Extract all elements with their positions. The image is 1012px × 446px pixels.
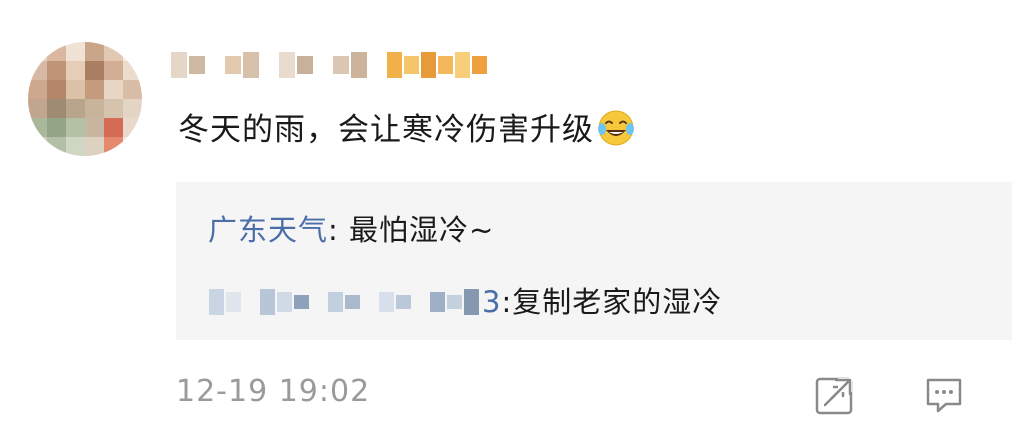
laughing-tears-emoji-icon bbox=[598, 110, 634, 146]
share-button[interactable] bbox=[812, 374, 856, 418]
comment-body: 冬天的雨，会让寒冷伤害升级 bbox=[178, 112, 594, 148]
reply-author-link[interactable]: 广东天气 bbox=[208, 213, 328, 247]
reply-author-partial[interactable]: 3 bbox=[482, 282, 501, 322]
reply-separator: : bbox=[501, 285, 513, 319]
comment-text: 冬天的雨，会让寒冷伤害升级 bbox=[178, 105, 636, 155]
reply-box[interactable]: 广东天气: 最怕湿冷~ 3: 复制老家的湿冷 bbox=[176, 182, 1012, 340]
reply-separator: : bbox=[328, 213, 350, 247]
reply-author-blurred[interactable] bbox=[208, 282, 480, 322]
username-blurred[interactable] bbox=[170, 48, 488, 82]
comment-button[interactable] bbox=[922, 374, 966, 418]
timestamp: 12-19 19:02 bbox=[176, 374, 371, 409]
avatar-pixelated-image bbox=[28, 42, 142, 156]
avatar[interactable] bbox=[28, 42, 142, 156]
comment-card: 冬天的雨，会让寒冷伤害升级 广东天气: 最怕湿冷~ 3: 复制老家的湿冷 12-… bbox=[0, 0, 1012, 446]
reply-item: 3: 复制老家的湿冷 bbox=[208, 282, 722, 322]
reply-text: 最怕湿冷~ bbox=[349, 213, 495, 247]
comment-icon bbox=[926, 378, 962, 413]
share-icon bbox=[815, 377, 853, 415]
reply-item: 广东天气: 最怕湿冷~ bbox=[208, 210, 494, 250]
reply-text: 复制老家的湿冷 bbox=[512, 285, 723, 319]
